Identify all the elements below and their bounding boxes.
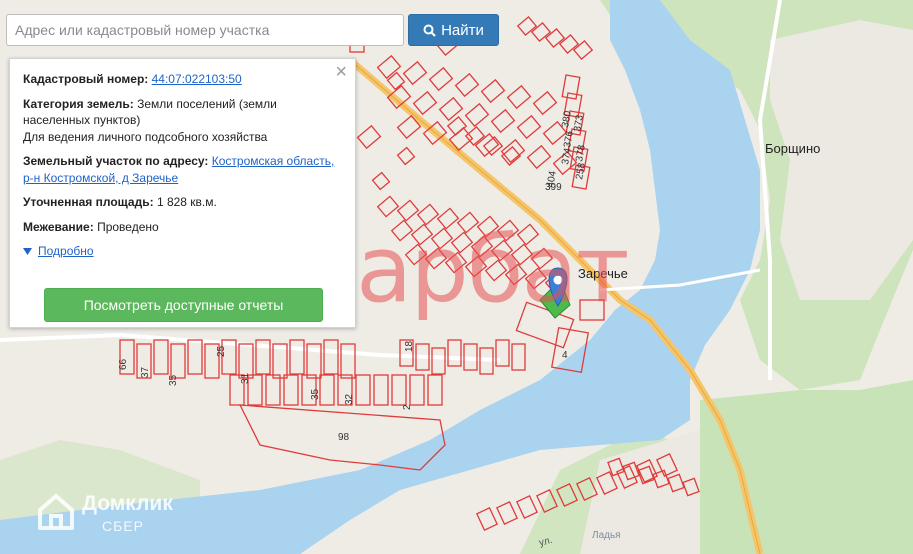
parcel-number-label: 66 (118, 358, 129, 370)
brand-sub: СБЕР (102, 518, 144, 534)
parcel-number-label: 32 (344, 393, 355, 405)
close-icon[interactable]: × (335, 61, 347, 83)
water-label: Ладья (592, 530, 621, 541)
survey-value: Проведено (97, 219, 159, 234)
watermark-text: арбат (356, 216, 629, 323)
details-toggle[interactable]: Подробно (23, 243, 341, 260)
parcel-number-label: 37 (140, 366, 151, 378)
area-label: Уточненная площадь: (23, 195, 154, 209)
area-row: Уточненная площадь: 1 828 кв.м. (23, 194, 341, 211)
cadastral-number-link[interactable]: 44:07:022103:50 (152, 72, 242, 86)
survey-row: Межевание: Проведено (23, 219, 341, 236)
search-input[interactable] (6, 14, 404, 46)
search-button-label: Найти (441, 21, 484, 39)
domclick-logo-icon (36, 494, 76, 536)
area-value: 1 828 кв.м. (156, 195, 217, 209)
view-reports-button[interactable]: Посмотреть доступные отчеты (44, 288, 323, 322)
cadastral-number-label: Кадастровый номер: (23, 72, 149, 86)
parcel-info-panel: × Кадастровый номер: 44:07:022103:50 Кат… (9, 58, 356, 328)
land-purpose: Для ведения личного подсобного хозяйства (23, 129, 268, 144)
cadastral-number-row: Кадастровый номер: 44:07:022103:50 (23, 71, 341, 88)
domclick-brand: Домклик СБЕР (36, 492, 173, 537)
parcel-number-label: 25 (216, 345, 227, 357)
land-category-row: Категория земель: Земли поселений (земли… (23, 96, 341, 146)
survey-label: Межевание: (23, 219, 94, 234)
search-icon (423, 24, 436, 37)
parcel-number-label: 2 (402, 404, 413, 410)
caret-down-icon (23, 243, 32, 260)
address-row: Земельный участок по адресу: Костромская… (23, 153, 341, 186)
parcel-number-label: 18 (404, 340, 415, 352)
parcel-number-label: 35 (168, 374, 179, 386)
place-label-borshchino: Борщино (765, 141, 820, 156)
details-link[interactable]: Подробно (38, 243, 94, 260)
parcel-number-label: 31 (240, 372, 251, 384)
parcel-number-label: 98 (338, 432, 350, 443)
parcel-number-label: 35 (310, 388, 321, 400)
brand-name: Домклик (82, 492, 173, 515)
parcel-number-label: 4 (562, 350, 568, 361)
land-category-label: Категория земель: (23, 96, 134, 111)
parcel-number-label: 399 (545, 182, 562, 193)
search-button[interactable]: Найти (408, 14, 499, 46)
address-label: Земельный участок по адресу: (23, 154, 209, 168)
